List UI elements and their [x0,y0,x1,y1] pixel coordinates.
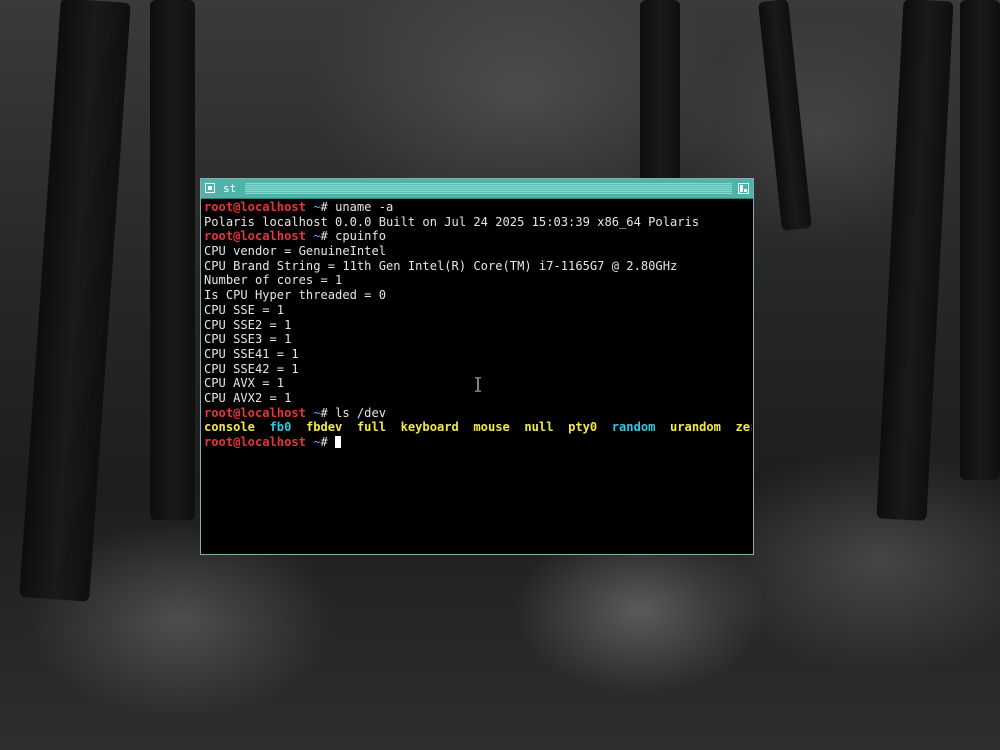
dev-file-keyboard: keyboard [400,420,459,435]
wallpaper-tree-trunk [150,0,195,520]
prompt-symbol: # [320,200,328,214]
titlebar-drag-area[interactable] [245,183,732,194]
command-line: root@localhost ~# ls /dev [204,406,752,421]
output-line: Number of cores = 1 [204,273,343,288]
dev-file-zero: zero [735,420,752,435]
prompt-user-host: root@localhost [204,200,306,214]
command-text: cpuinfo [335,229,387,244]
prompt-symbol: # [320,229,328,244]
dev-file-urandom: urandom [670,420,721,435]
output-line: CPU vendor = GenuineIntel [204,244,387,259]
command-line: root@localhost ~# uname -a [204,200,752,215]
prompt-user-host: root@localhost [204,435,306,449]
dev-file-console: console [204,420,255,435]
wallpaper-tree-trunk [758,0,812,231]
current-prompt-line[interactable]: root@localhost ~# [204,435,752,450]
prompt-user-host: root@localhost [204,405,306,420]
output-line: CPU SSE41 = 1 [204,346,299,361]
output-line: Polaris localhost 0.0.0 Built on Jul 24 … [204,214,700,229]
dev-file-mouse: mouse [473,420,510,435]
prompt-path: ~ [313,435,321,449]
text-cursor-icon [475,377,481,392]
output-line: CPU SSE = 1 [204,302,285,317]
prompt-path: ~ [313,200,321,214]
command-line: root@localhost ~# cpuinfo [204,229,752,244]
dev-file-random: random [611,420,656,435]
dev-file-null: null [524,420,554,435]
dev-file-fb0: fb0 [269,420,292,435]
prompt-symbol: # [320,405,328,420]
output-line: Is CPU Hyper threaded = 0 [204,288,387,303]
window-titlebar[interactable]: st [201,179,753,199]
prompt-user-host: root@localhost [204,229,306,244]
prompt-path: ~ [313,405,321,420]
wallpaper-tree-trunk [640,0,680,190]
maximize-icon[interactable] [738,183,749,194]
window-title: st [223,182,237,195]
dev-listing: console fb0 fbdev full keyboard mouse nu… [204,420,752,435]
prompt-path: ~ [313,229,321,244]
window-menu-icon[interactable] [205,183,215,193]
output-line: CPU SSE42 = 1 [204,361,299,376]
terminal-output[interactable]: root@localhost ~# uname -a Polaris localh… [204,200,752,552]
output-line: CPU SSE3 = 1 [204,332,292,347]
terminal-window[interactable]: st root@localhost ~# uname -a Polaris loc… [200,178,754,555]
output-line: CPU SSE2 = 1 [204,317,292,332]
output-line: CPU AVX2 = 1 [204,390,292,405]
dev-file-fbdev: fbdev [305,420,343,435]
wallpaper-tree-trunk [960,0,1000,480]
wallpaper-tree-trunk [19,0,131,602]
dev-file-pty0: pty0 [568,420,598,435]
output-line: CPU Brand String = 11th Gen Intel(R) Cor… [204,258,678,273]
command-text: uname -a [335,200,394,214]
dev-file-full: full [356,420,387,435]
prompt-symbol: # [320,435,328,449]
terminal-cursor [335,436,342,448]
wallpaper-tree-trunk [876,0,954,521]
command-text: ls /dev [335,405,387,420]
